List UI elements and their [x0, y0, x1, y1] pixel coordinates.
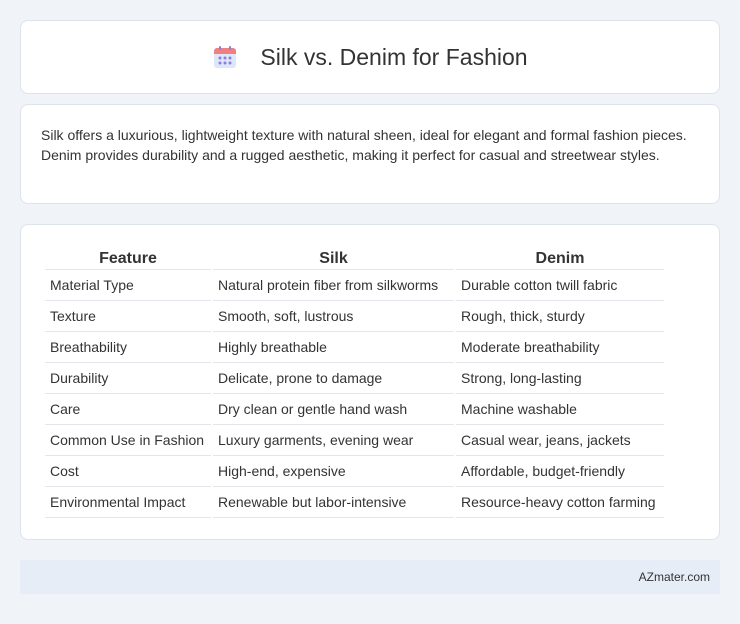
footer-brand-link[interactable]: AZmater.com: [639, 570, 710, 584]
feature-cell: Care: [45, 394, 211, 425]
denim-cell: Affordable, budget-friendly: [456, 456, 664, 487]
feature-cell: Cost: [45, 456, 211, 487]
table-row: Breathability Highly breathable Moderate…: [45, 332, 664, 363]
feature-cell: Durability: [45, 363, 211, 394]
feature-cell: Texture: [45, 301, 211, 332]
table-header-row: Feature Silk Denim: [45, 247, 664, 270]
table-row: Texture Smooth, soft, lustrous Rough, th…: [45, 301, 664, 332]
footer: AZmater.com: [20, 560, 720, 594]
intro-card: Silk offers a luxurious, lightweight tex…: [20, 104, 720, 204]
denim-cell: Machine washable: [456, 394, 664, 425]
silk-cell: Dry clean or gentle hand wash: [213, 394, 454, 425]
silk-cell: Natural protein fiber from silkworms: [213, 270, 454, 301]
calendar-icon: [212, 44, 238, 70]
title-card: Silk vs. Denim for Fashion: [20, 20, 720, 94]
header-silk: Silk: [213, 247, 454, 270]
silk-cell: Renewable but labor-intensive: [213, 487, 454, 518]
page-title: Silk vs. Denim for Fashion: [260, 43, 528, 70]
denim-cell: Resource-heavy cotton farming: [456, 487, 664, 518]
table-row: Durability Delicate, prone to damage Str…: [45, 363, 664, 394]
silk-cell: Luxury garments, evening wear: [213, 425, 454, 456]
table-row: Common Use in Fashion Luxury garments, e…: [45, 425, 664, 456]
header-denim: Denim: [456, 247, 664, 270]
silk-cell: Delicate, prone to damage: [213, 363, 454, 394]
feature-cell: Common Use in Fashion: [45, 425, 211, 456]
table-row: Cost High-end, expensive Affordable, bud…: [45, 456, 664, 487]
silk-cell: High-end, expensive: [213, 456, 454, 487]
denim-cell: Rough, thick, sturdy: [456, 301, 664, 332]
comparison-card: Feature Silk Denim Material Type Natural…: [20, 224, 720, 540]
silk-cell: Smooth, soft, lustrous: [213, 301, 454, 332]
table-row: Material Type Natural protein fiber from…: [45, 270, 664, 301]
denim-cell: Durable cotton twill fabric: [456, 270, 664, 301]
table-row: Care Dry clean or gentle hand wash Machi…: [45, 394, 664, 425]
denim-cell: Moderate breathability: [456, 332, 664, 363]
feature-cell: Breathability: [45, 332, 211, 363]
intro-text: Silk offers a luxurious, lightweight tex…: [41, 127, 687, 163]
header-feature: Feature: [45, 247, 211, 270]
denim-cell: Casual wear, jeans, jackets: [456, 425, 664, 456]
silk-cell: Highly breathable: [213, 332, 454, 363]
feature-cell: Environmental Impact: [45, 487, 211, 518]
comparison-table: Feature Silk Denim Material Type Natural…: [43, 247, 666, 518]
denim-cell: Strong, long-lasting: [456, 363, 664, 394]
feature-cell: Material Type: [45, 270, 211, 301]
table-row: Environmental Impact Renewable but labor…: [45, 487, 664, 518]
